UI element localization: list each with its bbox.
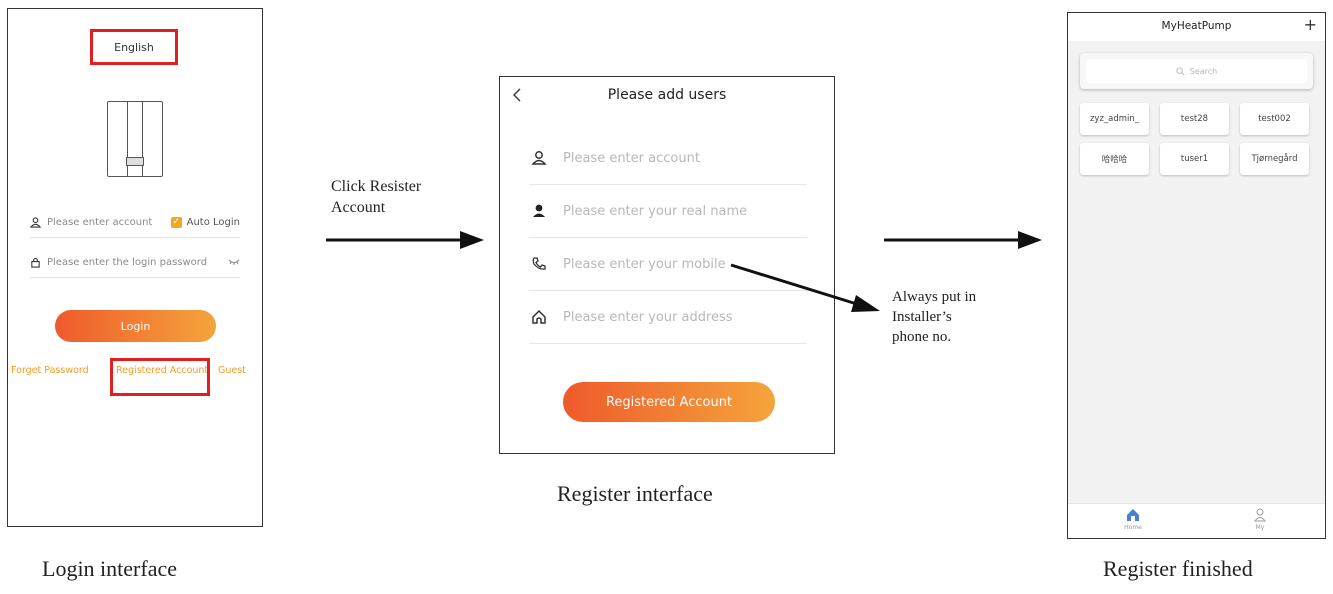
tab-my-label: My [1255, 524, 1265, 531]
auto-login-checkbox[interactable]: ✓ [170, 216, 182, 228]
user-card-label: test28 [1180, 114, 1209, 124]
user-card-label: test002 [1258, 114, 1291, 124]
registered-account-highlight [110, 358, 210, 396]
note-line-1: Always put in [892, 289, 977, 305]
instruction-line-2: Account [331, 199, 386, 216]
eye-closed-icon[interactable] [228, 258, 240, 266]
arrow-login-to-register [326, 231, 484, 249]
register-mobile-placeholder: Please enter your mobile [563, 256, 726, 272]
user-card[interactable]: 哈哈哈 [1080, 143, 1149, 175]
register-account-placeholder: Please enter account [563, 150, 700, 166]
register-account-field[interactable]: Please enter account [529, 132, 807, 185]
register-screen: Please add users Please enter account Pl… [499, 76, 835, 454]
auto-login-label: Auto Login [186, 216, 240, 228]
tab-home-label: Home [1124, 524, 1142, 531]
arrow-register-to-finished [884, 231, 1042, 249]
login-caption: Login interface [42, 556, 177, 581]
language-label: English [114, 40, 154, 54]
finished-caption: Register finished [1103, 556, 1253, 581]
lock-icon [31, 257, 40, 268]
note-line-3: phone no. [892, 329, 952, 345]
user-card-label: zyz_admin_ [1089, 114, 1140, 124]
search-input[interactable]: Search [1086, 59, 1307, 83]
language-selector[interactable]: English [90, 29, 178, 65]
home-icon [532, 309, 546, 324]
register-realname-placeholder: Please enter your real name [563, 203, 748, 219]
login-button-label: Login [120, 319, 151, 333]
guest-link[interactable]: Guest [218, 365, 246, 376]
registered-account-button-label: Registered Account [605, 394, 733, 410]
tab-home[interactable]: Home [1113, 508, 1153, 531]
register-realname-field[interactable]: Please enter your real name [529, 185, 807, 238]
register-address-placeholder: Please enter your address [563, 309, 733, 325]
user-outline-icon [531, 151, 547, 165]
instruction-line-1: Click Resister [331, 178, 422, 195]
bottom-tab-bar: Home My [1068, 503, 1325, 538]
top-bar: MyHeatPump + [1068, 13, 1325, 41]
search-bar[interactable]: Search [1080, 53, 1313, 89]
user-card[interactable]: zyz_admin_ [1080, 103, 1149, 135]
installer-phone-note: Always put in Installer’s phone no. [892, 287, 976, 347]
user-card[interactable]: tuser1 [1160, 143, 1229, 175]
user-list-screen: MyHeatPump + Search zyz_admin_ test28 te… [1067, 12, 1326, 539]
login-button[interactable]: Login [55, 310, 216, 342]
password-placeholder: Please enter the login password [47, 256, 208, 268]
heat-pump-image [107, 101, 163, 177]
password-field[interactable]: Please enter the login password [30, 247, 240, 278]
user-card-label: tuser1 [1180, 154, 1209, 164]
user-card[interactable]: Tjørnegård [1240, 143, 1309, 175]
user-card[interactable]: test002 [1240, 103, 1309, 135]
account-placeholder: Please enter account [47, 216, 153, 228]
person-tab-icon [1254, 508, 1266, 522]
search-icon [1176, 66, 1185, 75]
phone-icon [532, 257, 546, 270]
plus-icon[interactable]: + [1304, 15, 1317, 34]
forget-password-link[interactable]: Forget Password [11, 365, 89, 376]
user-filled-icon [533, 204, 545, 217]
registered-account-button[interactable]: Registered Account [563, 382, 775, 422]
user-card-label: 哈哈哈 [1101, 155, 1128, 165]
login-screen: English Please enter account ✓ Auto Logi… [7, 8, 263, 527]
account-field[interactable]: Please enter account ✓ Auto Login [30, 207, 240, 238]
home-tab-icon [1127, 509, 1139, 521]
click-register-instruction: Click Resister Account [331, 176, 421, 218]
tab-my[interactable]: My [1240, 508, 1280, 531]
app-title: MyHeatPump [1161, 20, 1232, 32]
register-mobile-field[interactable]: Please enter your mobile [529, 238, 807, 291]
search-placeholder: Search [1189, 66, 1218, 76]
user-card-label: Tjørnegård [1251, 154, 1298, 164]
user-card[interactable]: test28 [1160, 103, 1229, 135]
register-address-field[interactable]: Please enter your address [529, 291, 807, 344]
register-caption: Register interface [557, 481, 713, 506]
register-title: Please add users [607, 87, 727, 103]
user-icon [30, 216, 41, 228]
note-line-2: Installer’s [892, 309, 952, 325]
